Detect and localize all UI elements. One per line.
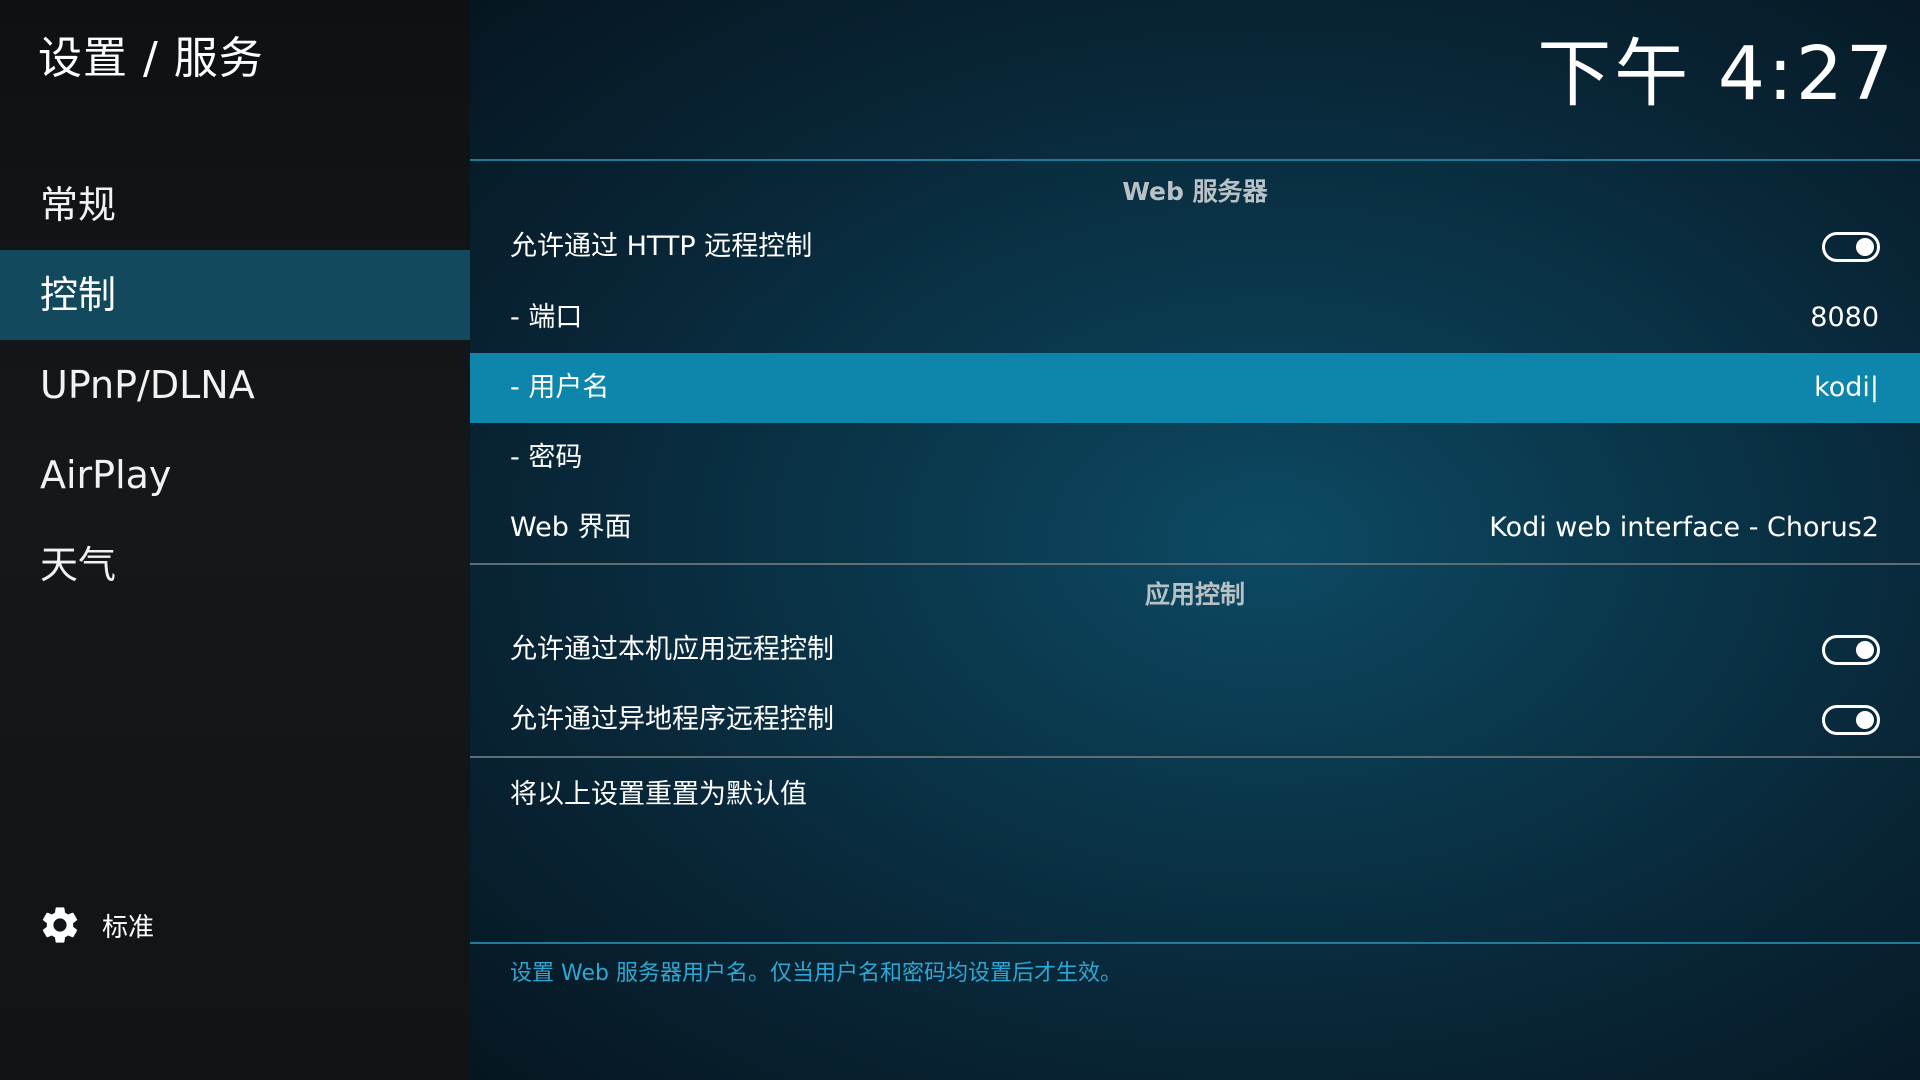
clock: 下午 4:27 <box>1537 31 1896 117</box>
group-title-app-control: 应用控制 <box>1144 580 1245 609</box>
toggle-switch[interactable] <box>1822 705 1880 735</box>
settings-level-label: 标准 <box>102 912 155 943</box>
top-divider <box>470 159 1920 161</box>
setting-label: - 端口 <box>510 302 583 333</box>
setting-label: - 密码 <box>510 442 583 473</box>
toggle-knob <box>1856 238 1874 256</box>
group-divider <box>470 563 1920 565</box>
setting-label: Web 界面 <box>510 512 632 543</box>
setting-label: 允许通过本机应用远程控制 <box>510 634 834 665</box>
group-title-web-server: Web 服务器 <box>1122 177 1268 206</box>
setting-description: 设置 Web 服务器用户名。仅当用户名和密码均设置后才生效。 <box>510 961 1122 986</box>
setting-row-port[interactable]: - 端口 8080 <box>470 283 1920 353</box>
setting-value: Kodi web interface - Chorus2 <box>1489 512 1879 543</box>
setting-label: - 用户名 <box>510 372 610 403</box>
toggle-switch[interactable] <box>1822 232 1880 262</box>
settings-level-button[interactable]: 标准 <box>38 900 154 950</box>
reset-defaults-button[interactable]: 将以上设置重置为默认值 <box>470 760 1920 830</box>
group-divider <box>470 756 1920 758</box>
toggle-knob <box>1856 641 1874 659</box>
toggle-switch[interactable] <box>1822 635 1880 665</box>
page-title: 设置 / 服务 <box>38 33 264 84</box>
kodi-settings-screen: 设置 / 服务 常规 控制 UPnP/DLNA AirPlay 天气 标准 下午… <box>0 0 1920 1080</box>
setting-row-remote-app-control[interactable]: 允许通过异地程序远程控制 <box>470 685 1920 755</box>
setting-row-web-interface[interactable]: Web 界面 Kodi web interface - Chorus2 <box>470 493 1920 563</box>
setting-row-username[interactable]: - 用户名 kodi| <box>470 353 1920 423</box>
hint-divider <box>470 942 1920 944</box>
gear-icon <box>38 903 82 947</box>
setting-label: 将以上设置重置为默认值 <box>510 779 807 810</box>
settings-main: 下午 4:27 Web 服务器 允许通过 HTTP 远程控制 - 端口 8080… <box>470 0 1920 1080</box>
sidebar-item-control[interactable]: 控制 <box>0 250 470 340</box>
setting-row-password[interactable]: - 密码 <box>470 423 1920 493</box>
sidebar-item-weather[interactable]: 天气 <box>0 520 470 610</box>
setting-label: 允许通过 HTTP 远程控制 <box>510 231 813 262</box>
toggle-knob <box>1856 711 1874 729</box>
sidebar-item-airplay[interactable]: AirPlay <box>0 430 470 520</box>
setting-value: 8080 <box>1810 302 1879 333</box>
setting-label: 允许通过异地程序远程控制 <box>510 704 834 735</box>
sidebar-item-general[interactable]: 常规 <box>0 160 470 250</box>
setting-row-local-app-control[interactable]: 允许通过本机应用远程控制 <box>470 615 1920 685</box>
sidebar-nav: 常规 控制 UPnP/DLNA AirPlay 天气 <box>0 160 470 610</box>
sidebar-item-upnp-dlna[interactable]: UPnP/DLNA <box>0 340 470 430</box>
username-input[interactable]: kodi| <box>1814 353 1879 423</box>
sidebar: 设置 / 服务 常规 控制 UPnP/DLNA AirPlay 天气 标准 <box>0 0 470 1080</box>
setting-row-http-remote-control[interactable]: 允许通过 HTTP 远程控制 <box>470 212 1920 282</box>
